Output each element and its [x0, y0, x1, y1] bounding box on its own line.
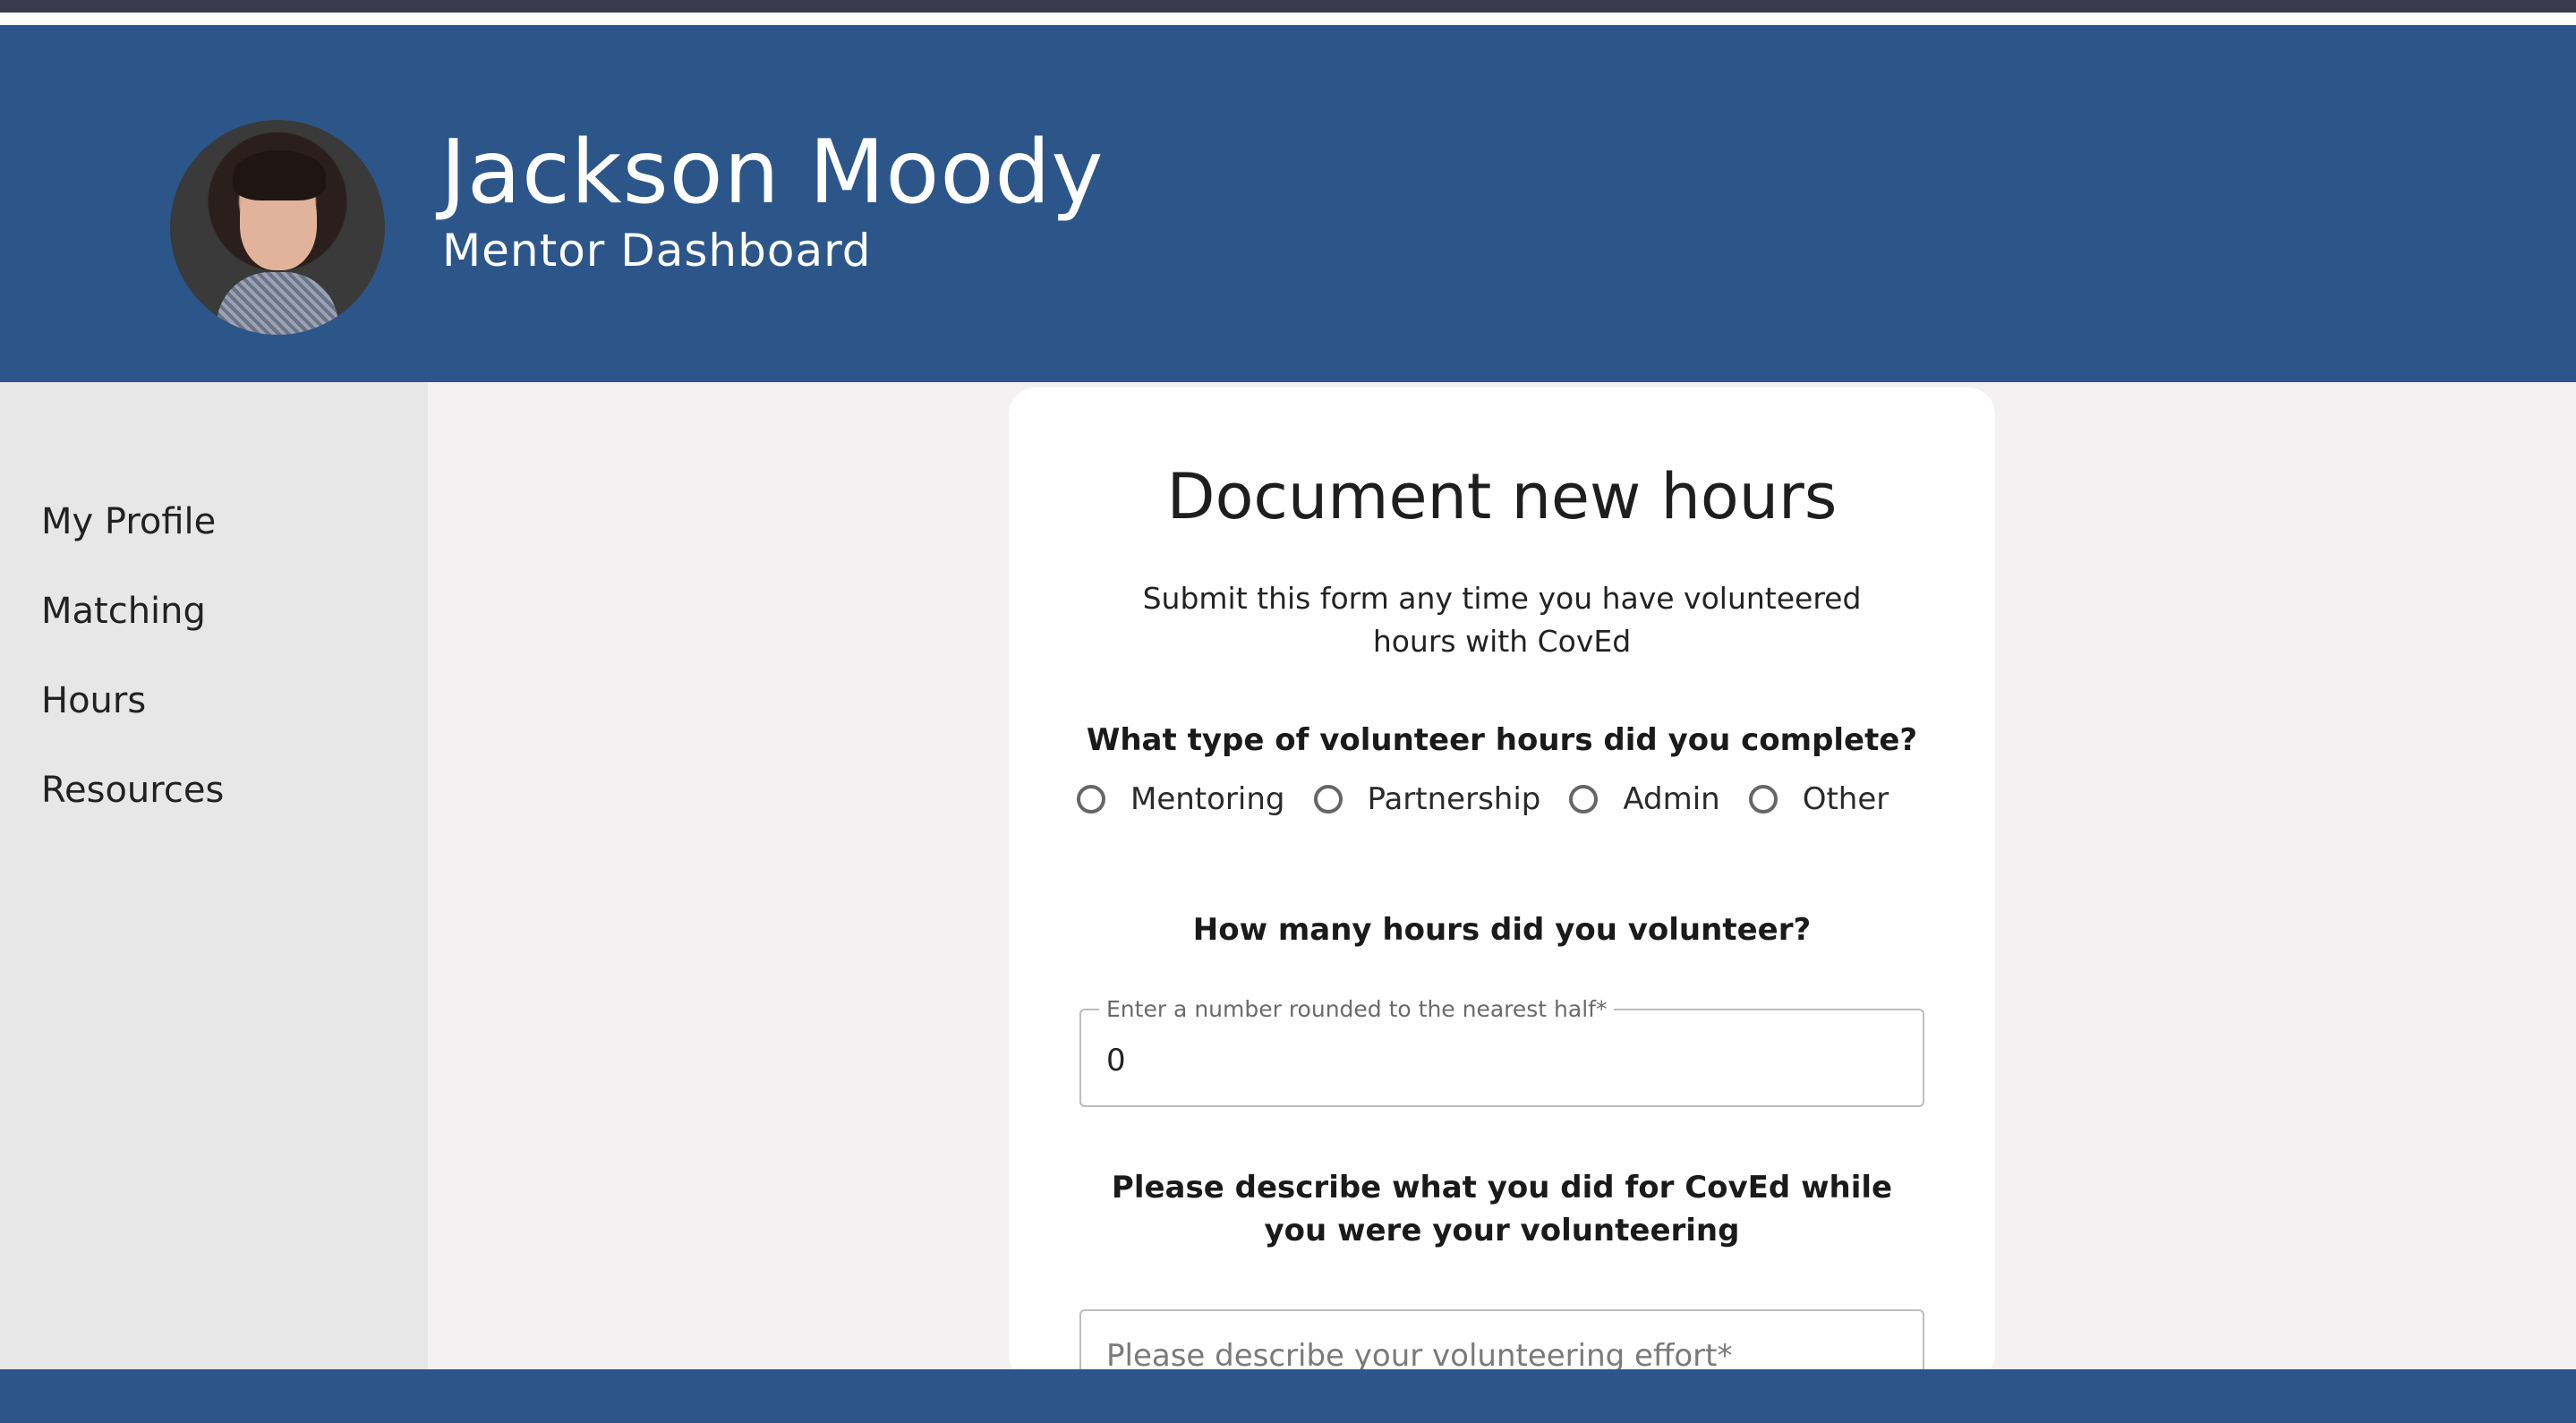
radio-circle-icon[interactable]	[1313, 785, 1343, 814]
radio-circle-icon[interactable]	[1569, 785, 1599, 814]
radio-label-admin: Admin	[1623, 781, 1720, 817]
describe-placeholder: Please describe your volunteering effort…	[1106, 1338, 1733, 1374]
sidebar: My Profile Matching Hours Resources	[0, 382, 428, 1369]
radio-mentoring[interactable]: Mentoring	[1077, 780, 1285, 819]
user-name: Jackson Moody	[440, 122, 1105, 224]
hours-form-card: Document new hours Submit this form any …	[1009, 388, 1995, 1408]
radio-label-partnership: Partnership	[1367, 781, 1541, 817]
top-spacer	[0, 13, 2576, 25]
hours-type-question: What type of volunteer hours did you com…	[1086, 722, 1918, 758]
hours-count-question: How many hours did you volunteer?	[1192, 912, 1812, 948]
hours-input-value: 0	[1106, 1043, 1126, 1078]
avatar-shirt	[217, 272, 338, 335]
hours-input-label: Enter a number rounded to the nearest ha…	[1099, 996, 1615, 1023]
dashboard-subtitle: Mentor Dashboard	[442, 225, 872, 277]
radio-admin[interactable]: Admin	[1569, 780, 1720, 819]
hours-input[interactable]: Enter a number rounded to the nearest ha…	[1079, 996, 1924, 1107]
avatar	[170, 120, 385, 335]
radio-label-other: Other	[1802, 781, 1889, 817]
footer-bar	[0, 1369, 2576, 1423]
sidebar-item-my-profile[interactable]: My Profile	[41, 499, 216, 544]
header-banner: Jackson Moody Mentor Dashboard	[0, 25, 2576, 382]
hours-type-radio-group: Mentoring Partnership Admin Other	[1077, 776, 1917, 822]
sidebar-item-hours[interactable]: Hours	[41, 678, 146, 723]
radio-label-mentoring: Mentoring	[1130, 781, 1285, 817]
form-description: Submit this form any time you have volun…	[1142, 581, 1862, 659]
radio-circle-icon[interactable]	[1748, 785, 1778, 814]
sidebar-item-resources[interactable]: Resources	[41, 768, 224, 813]
avatar-hair	[233, 150, 326, 200]
top-window-strip	[0, 0, 2576, 13]
form-title: Document new hours	[1166, 460, 1838, 533]
radio-circle-icon[interactable]	[1077, 785, 1105, 814]
radio-other[interactable]: Other	[1748, 780, 1889, 819]
sidebar-item-matching[interactable]: Matching	[41, 589, 206, 634]
describe-question: Please describe what you did for CovEd w…	[1111, 1170, 1893, 1248]
radio-partnership[interactable]: Partnership	[1313, 780, 1541, 819]
